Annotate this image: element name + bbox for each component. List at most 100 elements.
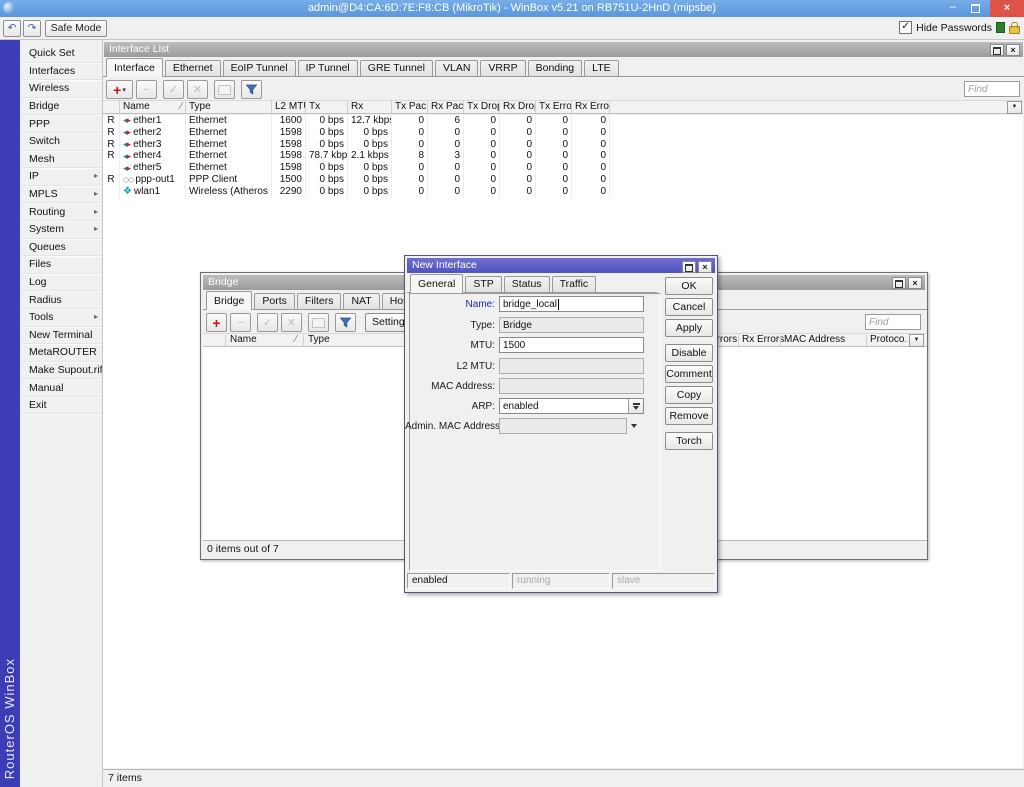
- window-close-button[interactable]: ×: [698, 261, 712, 273]
- mtu-field[interactable]: 1500: [499, 337, 644, 353]
- column-header-rx-drops[interactable]: Rx Drops: [500, 101, 536, 113]
- column-header-rx[interactable]: Rx: [348, 101, 392, 113]
- dropdown-spinner-icon[interactable]: [628, 399, 643, 413]
- table-row-ether3[interactable]: R ether3 Ethernet 1598 0 bps 0 bps 0 0 0…: [103, 139, 1023, 151]
- column-header-rx-errors[interactable]: Rx Errors: [572, 101, 610, 113]
- column-header-rx-errors[interactable]: Rx Errors: [742, 334, 784, 346]
- table-row-ether2[interactable]: R ether2 Ethernet 1598 0 bps 0 bps 0 0 0…: [103, 127, 1023, 139]
- arp-select[interactable]: enabled: [499, 398, 644, 414]
- torch-button[interactable]: Torch: [665, 432, 713, 450]
- filter-button[interactable]: [335, 313, 356, 332]
- column-header-tx[interactable]: Tx: [306, 101, 348, 113]
- add-button[interactable]: +: [206, 313, 227, 332]
- dialog-titlebar[interactable]: New Interface ×: [407, 258, 715, 273]
- sidebar-item-routing[interactable]: Routing: [20, 203, 102, 221]
- apply-button[interactable]: Apply: [665, 319, 713, 337]
- sidebar-item-manual[interactable]: Manual: [20, 379, 102, 397]
- tab-lte[interactable]: LTE: [584, 60, 618, 76]
- close-button[interactable]: ×: [990, 0, 1024, 17]
- sidebar-item-make-supout-rif[interactable]: Make Supout.rif: [20, 362, 102, 380]
- comment-button[interactable]: [308, 313, 329, 332]
- sidebar-item-exit[interactable]: Exit: [20, 397, 102, 415]
- tab-vlan[interactable]: VLAN: [435, 60, 478, 76]
- ok-button[interactable]: OK: [665, 277, 713, 295]
- tab-status[interactable]: Status: [504, 276, 550, 292]
- tab-filters[interactable]: Filters: [297, 293, 342, 309]
- column-header-type[interactable]: Type: [308, 334, 330, 346]
- tab-traffic[interactable]: Traffic: [552, 276, 597, 292]
- column-header-tx-packets[interactable]: Tx Pac...: [392, 101, 428, 113]
- tab-bridge[interactable]: Bridge: [206, 291, 252, 310]
- sidebar-item-mpls[interactable]: MPLS: [20, 186, 102, 204]
- disable-button[interactable]: ✕: [187, 80, 208, 99]
- column-header-name[interactable]: Name∕: [120, 101, 186, 113]
- sidebar-item-radius[interactable]: Radius: [20, 291, 102, 309]
- comment-button[interactable]: [214, 80, 235, 99]
- column-selector-button[interactable]: ▼: [909, 334, 924, 347]
- table-row-wlan1[interactable]: wlan1 Wireless (Atheros 11N) 2290 0 bps …: [103, 186, 1023, 198]
- remove-button[interactable]: −: [136, 80, 157, 99]
- tab-ethernet[interactable]: Ethernet: [165, 60, 221, 76]
- sidebar-item-files[interactable]: Files: [20, 256, 102, 274]
- table-row-ether4[interactable]: R ether4 Ethernet 1598 78.7 kbps 2.1 kbp…: [103, 150, 1023, 162]
- tab-interface[interactable]: Interface: [106, 58, 163, 77]
- sidebar-item-bridge[interactable]: Bridge: [20, 98, 102, 116]
- sidebar-item-system[interactable]: System: [20, 221, 102, 239]
- find-input[interactable]: [964, 81, 1020, 97]
- sidebar-item-quick-set[interactable]: Quick Set: [20, 45, 102, 63]
- window-restore-button[interactable]: [990, 44, 1004, 56]
- window-restore-button[interactable]: [892, 277, 906, 289]
- enable-button[interactable]: ✓: [163, 80, 184, 99]
- sidebar-item-ppp[interactable]: PPP: [20, 115, 102, 133]
- column-selector-button[interactable]: ▼: [1007, 101, 1022, 114]
- enable-button[interactable]: ✓: [257, 313, 278, 332]
- sidebar-item-metarouter[interactable]: MetaROUTER: [20, 344, 102, 362]
- redo-button[interactable]: ↷: [23, 20, 41, 37]
- tab-gre-tunnel[interactable]: GRE Tunnel: [360, 60, 433, 76]
- window-restore-button[interactable]: [682, 261, 696, 273]
- dropdown-arrow-icon[interactable]: [631, 424, 637, 428]
- tab-bonding[interactable]: Bonding: [528, 60, 583, 76]
- sidebar-item-ip[interactable]: IP: [20, 168, 102, 186]
- tab-eoip-tunnel[interactable]: EoIP Tunnel: [223, 60, 296, 76]
- sidebar-item-queues[interactable]: Queues: [20, 239, 102, 257]
- tab-general[interactable]: General: [410, 274, 463, 293]
- column-header-rx-packets[interactable]: Rx Pac...: [428, 101, 464, 113]
- window-close-button[interactable]: ×: [1006, 44, 1020, 56]
- minimize-button[interactable]: –: [944, 0, 962, 17]
- column-header-name[interactable]: Name: [230, 334, 257, 346]
- disable-button[interactable]: ✕: [281, 313, 302, 332]
- add-button[interactable]: +▾: [106, 80, 133, 99]
- sidebar-item-tools[interactable]: Tools: [20, 309, 102, 327]
- column-header-flags[interactable]: [103, 101, 120, 113]
- sidebar-item-new-terminal[interactable]: New Terminal: [20, 327, 102, 345]
- find-input[interactable]: [865, 314, 921, 330]
- sidebar-item-interfaces[interactable]: Interfaces: [20, 63, 102, 81]
- undo-button[interactable]: ↶: [3, 20, 21, 37]
- filter-button[interactable]: [241, 80, 262, 99]
- tab-nat[interactable]: NAT: [343, 293, 379, 309]
- disable-button[interactable]: Disable: [665, 344, 713, 362]
- column-header-protocol[interactable]: Protoco...: [870, 334, 906, 346]
- window-close-button[interactable]: ×: [908, 277, 922, 289]
- remove-button[interactable]: Remove: [665, 407, 713, 425]
- table-row-ether5[interactable]: ether5 Ethernet 1598 0 bps 0 bps 0 0 0 0…: [103, 162, 1023, 174]
- cancel-button[interactable]: Cancel: [665, 298, 713, 316]
- tab-ip-tunnel[interactable]: IP Tunnel: [298, 60, 358, 76]
- tab-ports[interactable]: Ports: [254, 293, 295, 309]
- sidebar-item-log[interactable]: Log: [20, 274, 102, 292]
- column-header-type[interactable]: Type: [186, 101, 272, 113]
- column-header-l2mtu[interactable]: L2 MTU: [272, 101, 306, 113]
- column-header-tx-errors[interactable]: Tx Errors: [536, 101, 572, 113]
- main-titlebar[interactable]: admin@D4:CA:6D:7E:F8:CB (MikroTik) - Win…: [0, 0, 1024, 17]
- tab-stp[interactable]: STP: [465, 276, 501, 292]
- interface-list-titlebar[interactable]: Interface List ×: [104, 42, 1023, 57]
- name-field[interactable]: bridge_local: [499, 296, 644, 312]
- tab-vrrp[interactable]: VRRP: [480, 60, 525, 76]
- column-header-mac-address[interactable]: MAC Address: [784, 334, 845, 346]
- copy-button[interactable]: Copy: [665, 386, 713, 404]
- hide-passwords-checkbox[interactable]: ✓: [899, 21, 912, 34]
- sidebar-item-mesh[interactable]: Mesh: [20, 151, 102, 169]
- restore-button[interactable]: [966, 0, 984, 17]
- column-header-tx-drops[interactable]: Tx Drops: [464, 101, 500, 113]
